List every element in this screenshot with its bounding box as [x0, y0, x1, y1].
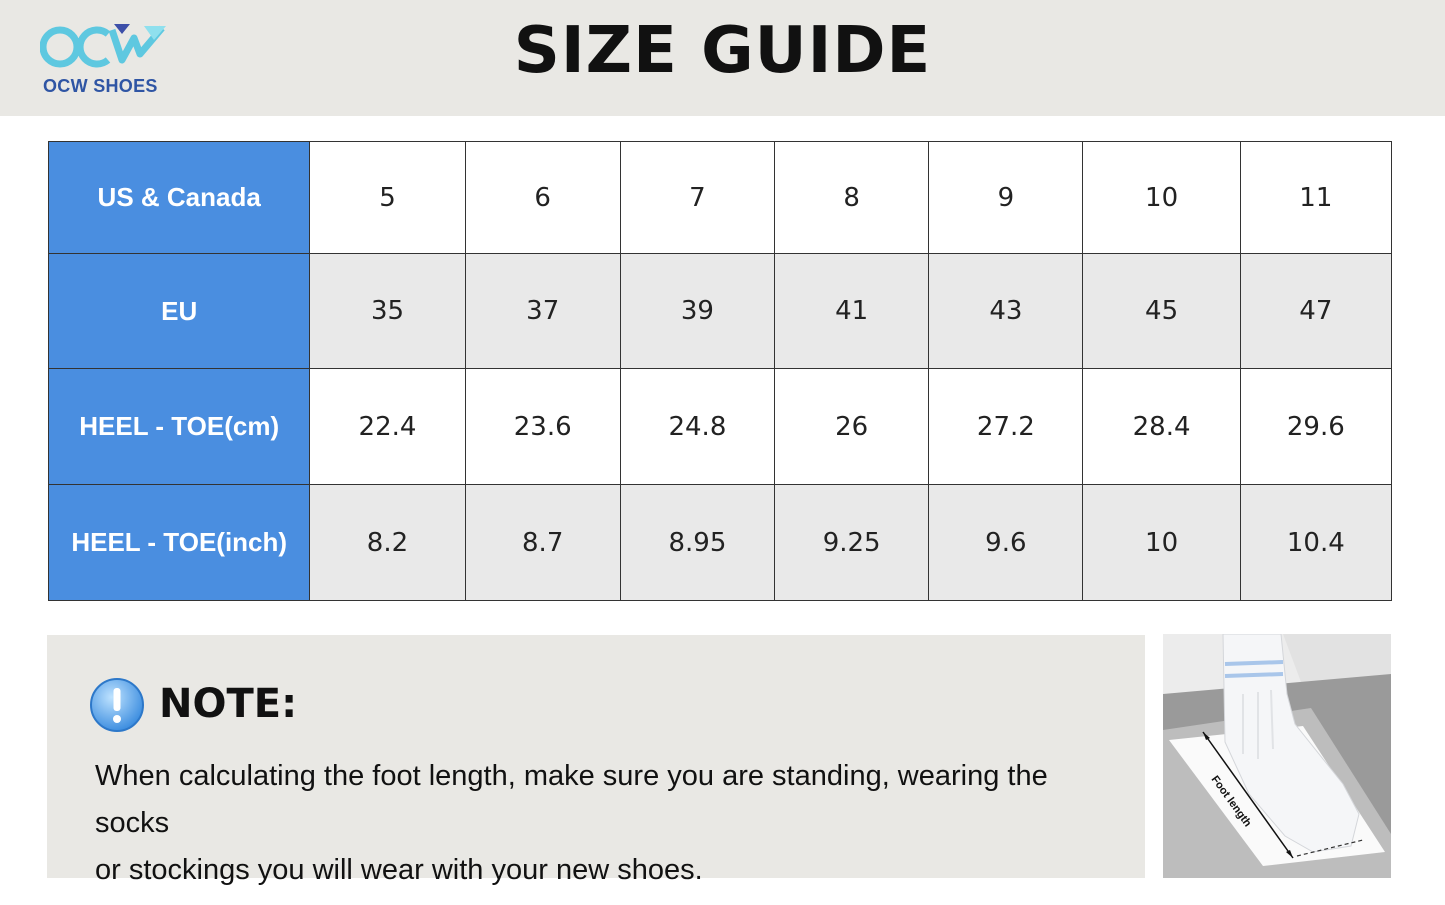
foot-measure-photo: Foot length [1163, 634, 1391, 878]
size-cell: 26 [774, 368, 930, 485]
size-cell: 11 [1239, 141, 1393, 254]
size-cell: 8.2 [309, 484, 466, 601]
size-cell: 10.4 [1239, 484, 1393, 601]
row-header: HEEL - TOE(cm) [47, 368, 311, 485]
note-line: When calculating the foot length, make s… [95, 760, 1048, 839]
row-header: US & Canada [47, 141, 311, 254]
page-title: SIZE GUIDE [513, 14, 932, 88]
size-table: US & Canada 5 6 7 8 9 10 11 EU 35 37 39 … [47, 141, 1393, 601]
size-cell: 39 [619, 253, 776, 369]
size-cell: 5 [309, 141, 466, 254]
foot-measure-illustration: Foot length [1163, 634, 1391, 878]
size-row-eu: EU 35 37 39 41 43 45 47 [47, 253, 1393, 369]
note-panel: NOTE: When calculating the foot length, … [47, 635, 1145, 886]
note-title: NOTE: [159, 681, 298, 727]
row-header: HEEL - TOE(inch) [47, 484, 311, 601]
size-cell: 7 [619, 141, 776, 254]
size-row-inch: HEEL - TOE(inch) 8.2 8.7 8.95 9.25 9.6 1… [47, 484, 1393, 601]
size-cell: 27.2 [928, 368, 1084, 485]
size-cell: 35 [309, 253, 466, 369]
header-bar: OCW SHOES SIZE GUIDE [0, 0, 1445, 116]
size-cell: 23.6 [464, 368, 621, 485]
size-cell: 22.4 [309, 368, 466, 485]
row-header: EU [47, 253, 311, 369]
size-cell: 28.4 [1082, 368, 1241, 485]
size-cell: 10 [1082, 141, 1241, 254]
size-row-us: US & Canada 5 6 7 8 9 10 11 [47, 141, 1393, 254]
info-exclamation-icon [90, 678, 144, 732]
size-cell: 45 [1082, 253, 1241, 369]
size-cell: 8.7 [464, 484, 621, 601]
size-cell: 9 [928, 141, 1084, 254]
size-cell: 8 [774, 141, 930, 254]
size-cell: 29.6 [1239, 368, 1393, 485]
note-body: When calculating the foot length, make s… [95, 753, 1115, 894]
size-cell: 9.6 [928, 484, 1084, 601]
size-cell: 43 [928, 253, 1084, 369]
size-cell: 37 [464, 253, 621, 369]
size-cell: 41 [774, 253, 930, 369]
size-cell: 9.25 [774, 484, 930, 601]
size-cell: 6 [464, 141, 621, 254]
size-cell: 8.95 [619, 484, 776, 601]
note-line: or stockings you will wear with your new… [95, 854, 703, 886]
size-cell: 47 [1239, 253, 1393, 369]
size-cell: 24.8 [619, 368, 776, 485]
size-cell: 10 [1082, 484, 1241, 601]
size-row-cm: HEEL - TOE(cm) 22.4 23.6 24.8 26 27.2 28… [47, 368, 1393, 485]
